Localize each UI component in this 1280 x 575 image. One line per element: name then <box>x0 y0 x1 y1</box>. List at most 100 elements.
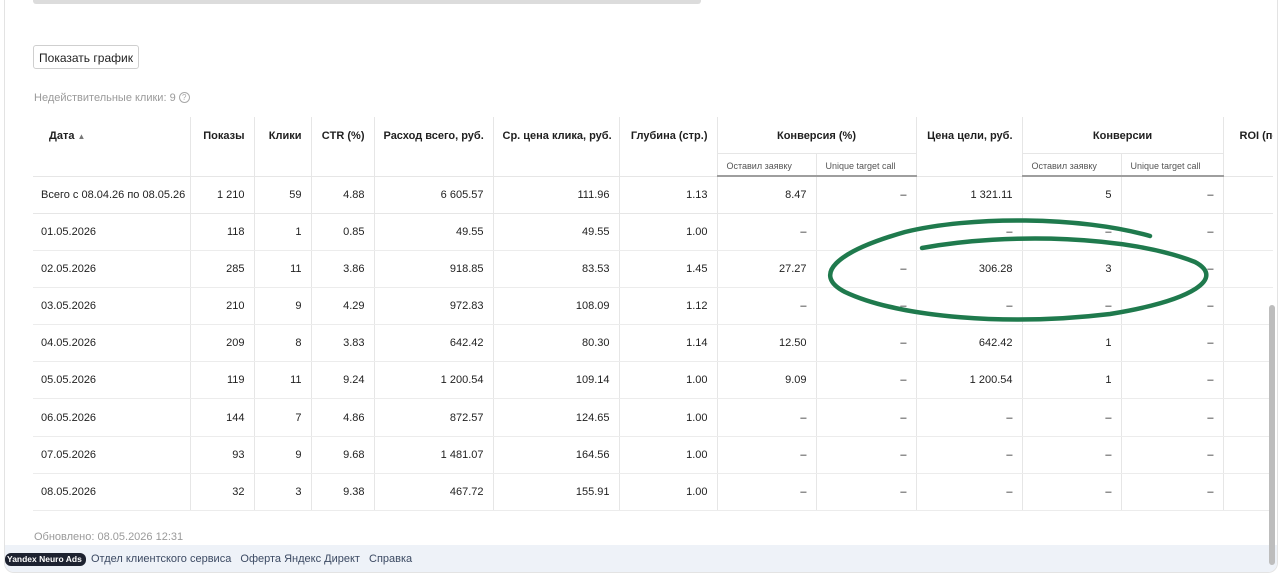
row-value-cell: 27.27 <box>717 250 817 288</box>
row-date-cell: 06.05.2026 <box>33 398 191 437</box>
subheader-left-request[interactable]: Оставил заявку <box>1022 153 1122 177</box>
column-header-conversion-rate[interactable]: Конверсия (%) <box>717 117 917 154</box>
row-filler-cell <box>1223 213 1273 251</box>
row-value-cell: 467.72 <box>374 473 494 512</box>
row-value-cell: – <box>1121 250 1224 288</box>
row-value-cell: 9 <box>254 287 312 326</box>
row-value-cell: 3 <box>254 473 312 512</box>
totals-cell: 4.88 <box>311 175 375 214</box>
row-value-cell: – <box>816 287 917 326</box>
column-header-spend[interactable]: Расход всего, руб. <box>374 117 494 176</box>
column-header-date-label: Дата <box>49 130 75 142</box>
invalid-clicks-info: Недействительные клики: 9? <box>34 92 190 104</box>
row-value-cell: – <box>816 250 917 288</box>
row-value-cell: – <box>1121 473 1224 512</box>
row-value-cell: 12.50 <box>717 324 817 363</box>
row-date-cell: 03.05.2026 <box>33 287 191 326</box>
row-value-cell: 1 <box>1022 361 1122 400</box>
subheader-unique-call[interactable]: Unique target call <box>816 153 917 177</box>
row-value-cell: 9.38 <box>311 473 375 512</box>
show-chart-button[interactable]: Показать график <box>33 45 139 69</box>
footer-link-client-service[interactable]: Отдел клиентского сервиса <box>91 553 231 565</box>
row-value-cell: – <box>717 473 817 512</box>
row-filler-cell <box>1223 398 1273 437</box>
row-value-cell: 83.53 <box>493 250 620 288</box>
totals-cell: – <box>1121 175 1224 214</box>
row-date-cell: 07.05.2026 <box>33 436 191 474</box>
row-value-cell: 9.24 <box>311 361 375 400</box>
column-header-conversions[interactable]: Конверсии <box>1022 117 1224 154</box>
footer-link-offer[interactable]: Оферта Яндекс Директ <box>240 553 360 565</box>
table-row: 05.05.2026 119 11 9.24 1 200.54 109.14 1.00 9.0… <box>33 361 1273 400</box>
table-row: 01.05.2026 118 1 0.85 49.55 49.55 1.00– – – – – <box>33 213 1273 251</box>
totals-cell: 5 <box>1022 175 1122 214</box>
row-value-cell: – <box>816 361 917 400</box>
row-value-cell: 209 <box>190 324 255 363</box>
subheader-unique-call[interactable]: Unique target call <box>1121 153 1224 177</box>
row-value-cell: – <box>916 436 1023 474</box>
column-header-goal-cost[interactable]: Цена цели, руб. <box>916 117 1023 176</box>
row-value-cell: 32 <box>190 473 255 512</box>
row-filler-cell <box>1223 473 1273 512</box>
row-value-cell: 3.86 <box>311 250 375 288</box>
row-value-cell: – <box>816 213 917 251</box>
invalid-clicks-label: Недействительные клики: 9 <box>34 92 176 104</box>
row-date-cell: 01.05.2026 <box>33 213 191 251</box>
row-value-cell: – <box>816 398 917 437</box>
row-value-cell: 1.00 <box>619 213 718 251</box>
row-value-cell: 972.83 <box>374 287 494 326</box>
row-value-cell: 9 <box>254 436 312 474</box>
row-value-cell: – <box>717 213 817 251</box>
totals-row: Всего с 08.04.26 по 08.05.26 1 210 59 4.… <box>33 175 1273 214</box>
row-value-cell: 1.00 <box>619 361 718 400</box>
row-date-cell: 02.05.2026 <box>33 250 191 288</box>
row-filler-cell <box>1223 324 1273 363</box>
row-value-cell: – <box>916 398 1023 437</box>
totals-cell <box>1223 175 1273 214</box>
row-value-cell: 210 <box>190 287 255 326</box>
column-header-impressions[interactable]: Показы <box>190 117 255 176</box>
totals-cell: 8.47 <box>717 175 817 214</box>
row-value-cell: 49.55 <box>493 213 620 251</box>
row-value-cell: 1.12 <box>619 287 718 326</box>
report-panel: Показать график Недействительные клики: … <box>4 0 1278 573</box>
totals-cell: 111.96 <box>493 175 620 214</box>
row-value-cell: 872.57 <box>374 398 494 437</box>
footer-link-help[interactable]: Справка <box>369 553 412 565</box>
row-value-cell: 3 <box>1022 250 1122 288</box>
yandex-neuro-ads-logo[interactable]: Yandex Neuro Ads <box>5 553 86 566</box>
row-value-cell: 918.85 <box>374 250 494 288</box>
row-value-cell: 642.42 <box>374 324 494 363</box>
row-value-cell: 8 <box>254 324 312 363</box>
stats-table-container: Всего с 08.04.26 по 08.05.26 1 210 59 4.… <box>33 117 1273 512</box>
totals-cell: 6 605.57 <box>374 175 494 214</box>
column-header-depth[interactable]: Глубина (стр.) <box>619 117 718 176</box>
table-row: 03.05.2026 210 9 4.29 972.83 108.09 1.12– – – – – <box>33 287 1273 326</box>
column-header-clicks[interactable]: Клики <box>254 117 312 176</box>
subheader-left-request[interactable]: Оставил заявку <box>717 153 817 177</box>
vertical-scrollbar[interactable] <box>1269 305 1275 565</box>
horizontal-scrollbar[interactable] <box>33 0 701 4</box>
totals-cell: 59 <box>254 175 312 214</box>
column-header-date[interactable]: Дата ▲ <box>33 117 191 176</box>
column-header-roi[interactable]: ROI (по <box>1223 117 1273 176</box>
row-value-cell: 1.45 <box>619 250 718 288</box>
row-value-cell: 4.29 <box>311 287 375 326</box>
column-header-avg-cpc[interactable]: Ср. цена клика, руб. <box>493 117 620 176</box>
column-header-ctr[interactable]: CTR (%) <box>311 117 375 176</box>
table-row: 07.05.2026 93 9 9.68 1 481.07 164.56 1.00– – – – – <box>33 436 1273 474</box>
row-value-cell: 4.86 <box>311 398 375 437</box>
table-row: 08.05.2026 32 3 9.38 467.72 155.91 1.00– – – – – <box>33 473 1273 512</box>
row-value-cell: – <box>1121 287 1224 326</box>
row-filler-cell <box>1223 287 1273 326</box>
table-row: 06.05.2026 144 7 4.86 872.57 124.65 1.00– – – – – <box>33 398 1273 437</box>
row-value-cell: – <box>916 473 1023 512</box>
totals-label: Всего с 08.04.26 по 08.05.26 <box>33 175 191 214</box>
row-value-cell: 108.09 <box>493 287 620 326</box>
row-filler-cell <box>1223 250 1273 288</box>
row-filler-cell <box>1223 361 1273 400</box>
help-icon[interactable]: ? <box>178 92 190 103</box>
row-value-cell: – <box>717 398 817 437</box>
row-value-cell: 1 <box>254 213 312 251</box>
row-filler-cell <box>1223 436 1273 474</box>
